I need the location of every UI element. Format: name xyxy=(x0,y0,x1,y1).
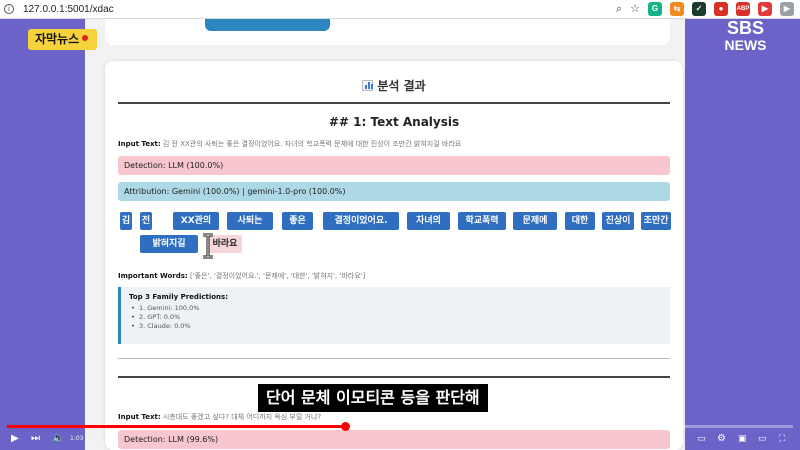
token-chip: 자녀의 xyxy=(407,212,450,230)
red-dot-icon xyxy=(82,35,89,41)
detection-bar: Detection: LLM (100.0%) xyxy=(118,156,670,175)
token-chip: 조만간 xyxy=(641,212,671,230)
token-chip: 대한 xyxy=(565,212,595,230)
video-frame: i 127.0.0.1:5001/xdac ⌕ ☆ G ⇆ ✓ ● ABP ▶ ▶ 분석 결… xyxy=(0,0,800,450)
fullscreen-icon[interactable]: ⛶ xyxy=(779,430,785,448)
submit-button-edge[interactable] xyxy=(205,19,330,31)
settings-gear-icon[interactable]: ⚙ xyxy=(717,430,726,448)
news-badge: 자막뉴스 xyxy=(28,29,98,50)
prediction-item: 3. Claude: 0.0% xyxy=(129,322,662,331)
theater-mode-icon[interactable]: ▭ xyxy=(758,430,767,448)
adblock-icon[interactable]: ABP xyxy=(736,2,750,16)
divider xyxy=(118,376,670,378)
player-ext-icon[interactable]: ▶ xyxy=(780,2,794,16)
subtitles-icon[interactable]: ▭ xyxy=(697,430,706,448)
token-chip: 밝혀지길 xyxy=(140,235,198,253)
bookmark-star-icon[interactable]: ☆ xyxy=(630,2,640,16)
next-icon[interactable]: ⏭ xyxy=(31,430,40,448)
divider xyxy=(118,102,670,104)
token-chip: 좋은 xyxy=(282,212,313,230)
attribution-bar: Attribution: Gemini (100.0%) | gemini-1.… xyxy=(118,182,670,201)
zoom-icon[interactable]: ⌕ xyxy=(616,2,622,16)
pin-ext-icon[interactable]: ● xyxy=(714,2,728,16)
token-chip: 사퇴는 xyxy=(227,212,273,230)
token-chip: XX관의 xyxy=(173,212,219,230)
caption-subtitle: 단어 문체 이모티콘 등을 판단해 xyxy=(258,384,488,412)
chart-icon xyxy=(362,80,374,91)
address-bar[interactable]: 127.0.0.1:5001/xdac xyxy=(23,4,114,15)
token-chip: 결정이었어요. xyxy=(323,212,399,230)
result-title: 분석 결과 xyxy=(105,77,683,94)
token-chip: 학교폭력 xyxy=(458,212,506,230)
family-predictions: Top 3 Family Predictions: 1. Gemini: 100… xyxy=(118,287,670,344)
important-words: Important Words: ['좋은', '결정이었어요.', '문제에'… xyxy=(118,272,366,280)
miniplayer-icon[interactable]: ▣ xyxy=(738,430,747,448)
token-chip: 전 xyxy=(140,212,152,230)
analysis-heading: ## 1: Text Analysis xyxy=(328,115,460,129)
previous-section-strip xyxy=(105,19,670,45)
player-controls: ▶ ⏭ 🔈 1:03 / 2:21 ◐ ▭ ⚙ ▣ ▭ ⛶ xyxy=(0,430,800,450)
predictions-title: Top 3 Family Predictions: xyxy=(129,293,228,301)
site-info-icon[interactable]: i xyxy=(4,4,14,14)
time-display: 1:03 / 2:21 xyxy=(70,435,103,442)
token-chip: 김 xyxy=(120,212,132,230)
browser-toolbar: i 127.0.0.1:5001/xdac ⌕ ☆ G ⇆ ✓ ● ABP ▶ ▶ xyxy=(0,0,800,19)
predictions-list: 1. Gemini: 100.0%2. GPT: 0.0%3. Claude: … xyxy=(129,304,662,331)
prediction-item: 1. Gemini: 100.0% xyxy=(129,304,662,313)
record-ext-icon[interactable]: ▶ xyxy=(758,2,772,16)
grammarly-icon[interactable]: G xyxy=(648,2,662,16)
sbs-news-logo: SBS NEWS xyxy=(724,18,767,53)
dev-ext-icon[interactable]: ✓ xyxy=(692,2,706,16)
divider xyxy=(118,358,670,359)
play-icon[interactable]: ▶ xyxy=(11,430,19,448)
input-text-line-2: Input Text: 시총대도 좋겠고 싶다? 대체 어디까지 욕심 부릴 거… xyxy=(118,413,322,421)
volume-icon[interactable]: 🔈 xyxy=(52,430,64,448)
progress-bar[interactable] xyxy=(7,422,793,431)
text-cursor-icon xyxy=(203,233,213,259)
token-chip: 진상이 xyxy=(602,212,634,230)
prediction-item: 2. GPT: 0.0% xyxy=(129,313,662,322)
token-chip: 문제에 xyxy=(513,212,557,230)
autoplay-toggle-icon[interactable]: ◐ xyxy=(676,430,684,448)
input-text-line: Input Text: 김 전 XX관의 사퇴는 좋은 결정이었어요. 자녀의 … xyxy=(118,140,462,148)
progress-fill xyxy=(7,425,345,428)
translate-ext-icon[interactable]: ⇆ xyxy=(670,2,684,16)
